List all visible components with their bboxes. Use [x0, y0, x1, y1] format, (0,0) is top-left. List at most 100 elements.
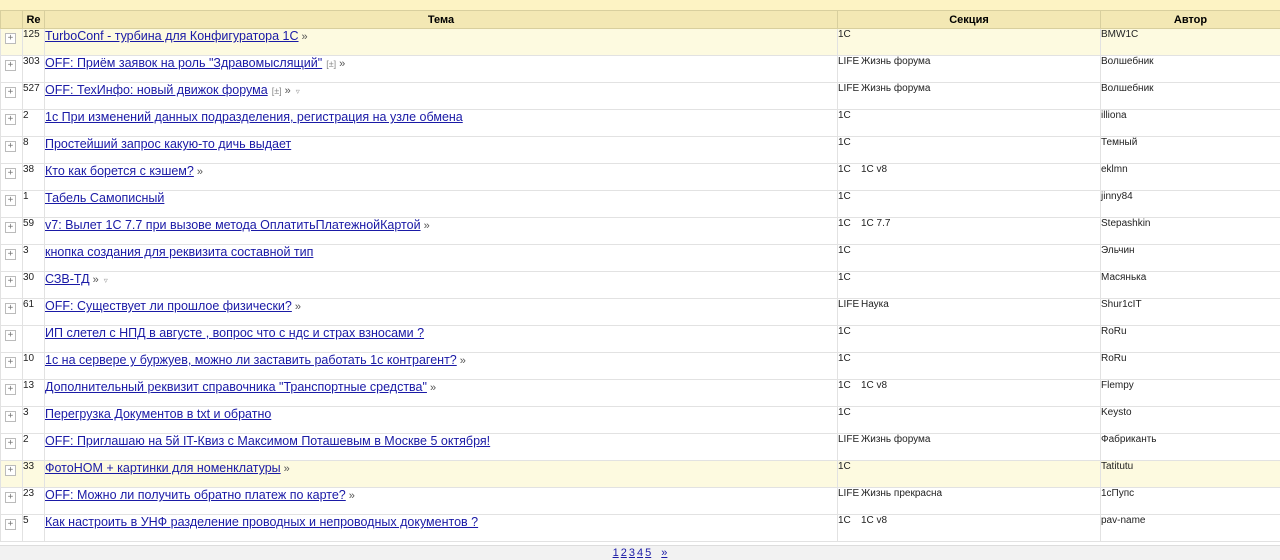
- section-name[interactable]: 1С: [838, 137, 861, 148]
- section-name[interactable]: 1С: [838, 110, 861, 121]
- author-name[interactable]: Tatitutu: [1101, 461, 1280, 488]
- topic-link[interactable]: OFF: ТехИнфо: новый движок форума: [45, 83, 268, 97]
- author-name[interactable]: Flempy: [1101, 380, 1280, 407]
- topic-link[interactable]: OFF: Приглашаю на 5й IT-Квиз с Максимом …: [45, 434, 490, 448]
- topic-link[interactable]: OFF: Существует ли прошлое физически?: [45, 299, 292, 313]
- subsection-name[interactable]: 1С v8: [861, 515, 887, 526]
- section-name[interactable]: LIFE: [838, 56, 861, 67]
- expand-icon[interactable]: +: [5, 33, 16, 44]
- section-name[interactable]: 1С: [838, 164, 861, 175]
- section-name[interactable]: 1С: [838, 326, 861, 337]
- subsection-name[interactable]: 1С 7.7: [861, 218, 890, 229]
- topic-link[interactable]: v7: Вылет 1С 7.7 при вызове метода Оплат…: [45, 218, 421, 232]
- last-post-arrow[interactable]: »: [93, 274, 99, 286]
- author-name[interactable]: Shur1cIT: [1101, 299, 1280, 326]
- author-name[interactable]: Темный: [1101, 137, 1280, 164]
- topic-link[interactable]: ФотоНОМ + картинки для номенклатуры: [45, 461, 281, 475]
- subsection-name[interactable]: 1С v8: [861, 164, 887, 175]
- expand-icon[interactable]: +: [5, 438, 16, 449]
- section-name[interactable]: 1С: [838, 29, 861, 40]
- section-name[interactable]: 1С: [838, 461, 861, 472]
- author-name[interactable]: illiona: [1101, 110, 1280, 137]
- expand-icon[interactable]: +: [5, 303, 16, 314]
- section-name[interactable]: LIFE: [838, 434, 861, 445]
- header-topic[interactable]: Тема: [45, 11, 838, 29]
- expand-icon[interactable]: +: [5, 141, 16, 152]
- expand-icon[interactable]: +: [5, 492, 16, 503]
- pagination-page-1[interactable]: 1: [613, 547, 619, 559]
- section-name[interactable]: 1С: [838, 218, 861, 229]
- toggle-preview-button[interactable]: [±]: [272, 86, 282, 96]
- topic-link[interactable]: OFF: Приём заявок на роль "Здравомыслящи…: [45, 56, 322, 70]
- expand-triangle-icon[interactable]: ▿: [104, 276, 108, 285]
- header-author[interactable]: Автор: [1101, 11, 1280, 29]
- subsection-name[interactable]: Жизнь форума: [861, 56, 930, 67]
- last-post-arrow[interactable]: »: [295, 301, 301, 313]
- topic-link[interactable]: Кто как борется с кэшем?: [45, 164, 194, 178]
- topic-link[interactable]: Табель Самописный: [45, 191, 164, 205]
- section-name[interactable]: 1С: [838, 407, 861, 418]
- section-name[interactable]: 1С: [838, 272, 861, 283]
- section-name[interactable]: 1С: [838, 515, 861, 526]
- last-post-arrow[interactable]: »: [197, 166, 203, 178]
- toggle-preview-button[interactable]: [±]: [326, 59, 336, 69]
- pagination-page-2[interactable]: 2: [621, 547, 627, 559]
- author-name[interactable]: eklmn: [1101, 164, 1280, 191]
- last-post-arrow[interactable]: »: [430, 382, 436, 394]
- author-name[interactable]: Stepashkin: [1101, 218, 1280, 245]
- author-name[interactable]: BMW1C: [1101, 29, 1280, 56]
- subsection-name[interactable]: Жизнь форума: [861, 83, 930, 94]
- expand-icon[interactable]: +: [5, 60, 16, 71]
- expand-icon[interactable]: +: [5, 330, 16, 341]
- expand-icon[interactable]: +: [5, 195, 16, 206]
- author-name[interactable]: RoRu: [1101, 326, 1280, 353]
- author-name[interactable]: pav-name: [1101, 515, 1280, 542]
- author-name[interactable]: RoRu: [1101, 353, 1280, 380]
- topic-link[interactable]: Как настроить в УНФ разделение проводных…: [45, 515, 478, 529]
- section-name[interactable]: 1С: [838, 380, 861, 391]
- author-name[interactable]: Масянька: [1101, 272, 1280, 299]
- expand-icon[interactable]: +: [5, 411, 16, 422]
- subsection-name[interactable]: Жизнь форума: [861, 434, 930, 445]
- author-name[interactable]: Keysto: [1101, 407, 1280, 434]
- topic-link[interactable]: TurboConf - турбина для Конфигуратора 1С: [45, 29, 299, 43]
- author-name[interactable]: Волшебник: [1101, 83, 1280, 110]
- pagination-page-3[interactable]: 3: [629, 547, 635, 559]
- topic-link[interactable]: Дополнительный реквизит справочника "Тра…: [45, 380, 427, 394]
- subsection-name[interactable]: 1С v8: [861, 380, 887, 391]
- topic-link[interactable]: Простейший запрос какую-то дичь выдает: [45, 137, 291, 151]
- section-name[interactable]: LIFE: [838, 488, 861, 499]
- pagination-page-4[interactable]: 4: [637, 547, 643, 559]
- author-name[interactable]: Фабриканть: [1101, 434, 1280, 461]
- author-name[interactable]: jinny84: [1101, 191, 1280, 218]
- expand-icon[interactable]: +: [5, 357, 16, 368]
- expand-icon[interactable]: +: [5, 519, 16, 530]
- last-post-arrow[interactable]: »: [424, 220, 430, 232]
- section-name[interactable]: 1С: [838, 353, 861, 364]
- pagination-page-5[interactable]: 5: [645, 547, 651, 559]
- last-post-arrow[interactable]: »: [302, 31, 308, 43]
- author-name[interactable]: Волшебник: [1101, 56, 1280, 83]
- section-name[interactable]: 1С: [838, 191, 861, 202]
- expand-icon[interactable]: +: [5, 384, 16, 395]
- expand-icon[interactable]: +: [5, 249, 16, 260]
- topic-link[interactable]: 1с При изменений данных подразделения, р…: [45, 110, 463, 124]
- topic-link[interactable]: OFF: Можно ли получить обратно платеж по…: [45, 488, 346, 502]
- topic-link[interactable]: Перегрузка Документов в txt и обратно: [45, 407, 271, 421]
- last-post-arrow[interactable]: »: [460, 355, 466, 367]
- expand-icon[interactable]: +: [5, 276, 16, 287]
- expand-icon[interactable]: +: [5, 465, 16, 476]
- expand-icon[interactable]: +: [5, 87, 16, 98]
- last-post-arrow[interactable]: »: [285, 85, 291, 97]
- pagination-next[interactable]: »: [661, 547, 667, 559]
- section-name[interactable]: LIFE: [838, 299, 861, 310]
- expand-icon[interactable]: +: [5, 168, 16, 179]
- expand-triangle-icon[interactable]: ▿: [296, 87, 300, 96]
- topic-link[interactable]: 1с на сервере у буржуев, можно ли застав…: [45, 353, 457, 367]
- topic-link[interactable]: СЗВ-ТД: [45, 272, 90, 286]
- subsection-name[interactable]: Жизнь прекрасна: [861, 488, 942, 499]
- topic-link[interactable]: ИП слетел с НПД в августе , вопрос что с…: [45, 326, 424, 340]
- expand-icon[interactable]: +: [5, 222, 16, 233]
- last-post-arrow[interactable]: »: [339, 58, 345, 70]
- last-post-arrow[interactable]: »: [284, 463, 290, 475]
